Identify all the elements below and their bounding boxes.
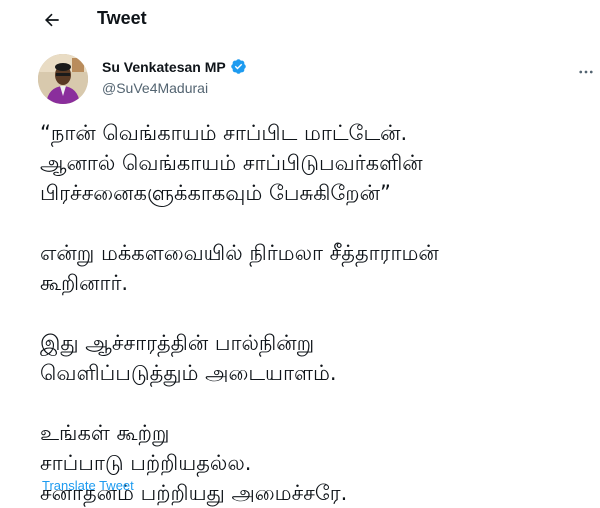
tweet-header: Tweet bbox=[0, 0, 600, 40]
arrow-left-icon bbox=[45, 13, 59, 27]
tweet-text: “நான் வெங்காயம் சாப்பிட மாட்டேன். ஆனால் … bbox=[40, 121, 439, 505]
back-button[interactable] bbox=[38, 6, 66, 34]
page-title: Tweet bbox=[97, 8, 147, 28]
verified-badge-icon bbox=[230, 59, 246, 74]
more-horizontal-icon bbox=[579, 70, 593, 74]
author-name[interactable]: Su Venkatesan MP bbox=[102, 58, 247, 75]
avatar[interactable] bbox=[38, 54, 88, 104]
author-name-text: Su Venkatesan MP bbox=[102, 58, 226, 75]
author-row: Su Venkatesan MP @SuVe4Madurai bbox=[38, 50, 598, 110]
author-handle[interactable]: @SuVe4Madurai bbox=[102, 80, 208, 96]
translate-tweet-link[interactable]: Translate Tweet bbox=[42, 478, 134, 493]
more-options-button[interactable] bbox=[574, 60, 598, 84]
avatar-image bbox=[38, 54, 88, 104]
